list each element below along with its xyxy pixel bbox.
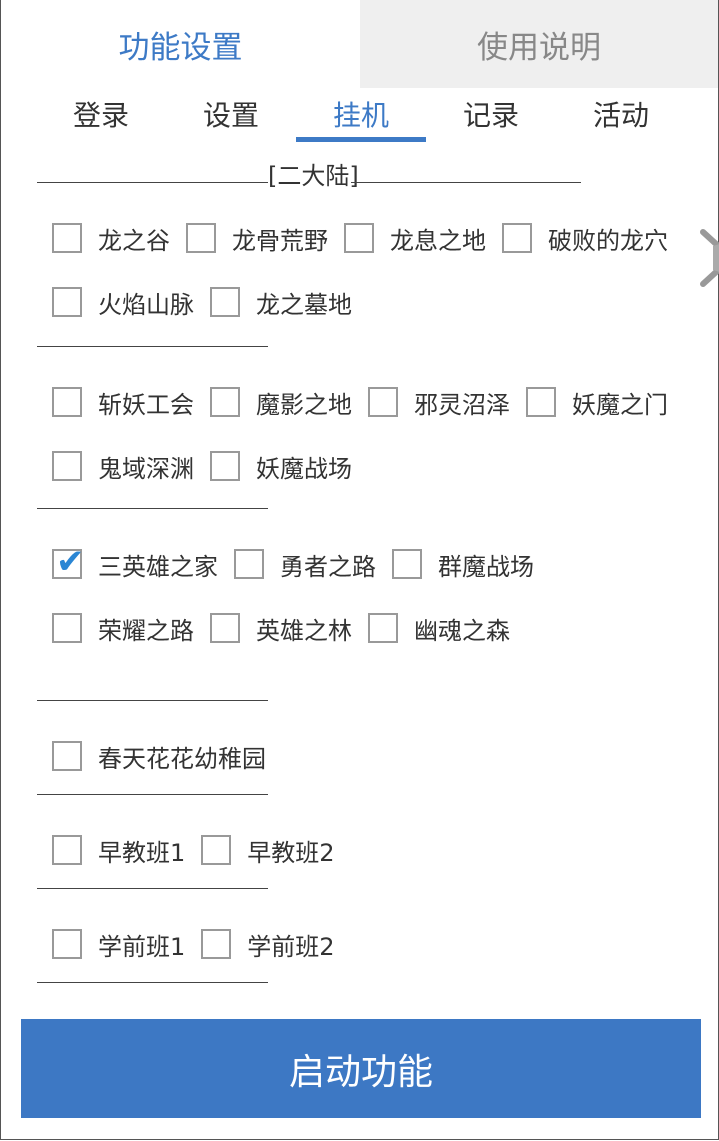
checkbox-label: 火焰山脉 — [98, 290, 194, 319]
checkbox-row: 早教班1 早教班2 — [52, 830, 351, 870]
map-checklist-scroll[interactable]: [二大陆] 龙之谷 龙骨荒野 龙息之地 破败的龙穴火焰山脉 龙之墓地斩妖工会 魔影之地 邪灵沼… — [0, 144, 718, 1000]
section-divider — [37, 794, 268, 795]
checkbox-label: 幽魂之森 — [414, 616, 510, 645]
map-checkbox[interactable]: 勇者之路 — [234, 547, 376, 582]
checkbox-box[interactable] — [210, 387, 240, 417]
checkbox-box[interactable] — [52, 613, 82, 643]
checkbox-box[interactable] — [502, 223, 532, 253]
checkbox-label: 鬼域深渊 — [98, 454, 194, 483]
checkbox-row: 荣耀之路 英雄之林 幽魂之森 — [52, 608, 526, 648]
map-checkbox[interactable]: 鬼域深渊 — [52, 449, 194, 484]
map-checkbox[interactable]: 龙骨荒野 — [186, 221, 328, 256]
map-checkbox[interactable]: 早教班2 — [201, 833, 335, 868]
map-checkbox[interactable]: 荣耀之路 — [52, 611, 194, 646]
map-checkbox[interactable]: 早教班1 — [52, 833, 185, 868]
checkbox-box[interactable] — [52, 835, 82, 865]
checkbox-box[interactable] — [52, 287, 82, 317]
subtab-records[interactable]: 记录 — [426, 88, 556, 144]
checkbox-box[interactable] — [344, 223, 374, 253]
checkbox-label: 英雄之林 — [256, 616, 352, 645]
checkbox-label: 龙息之地 — [390, 226, 486, 255]
checkbox-label: 龙骨荒野 — [232, 226, 328, 255]
checkbox-box[interactable] — [201, 835, 232, 865]
map-checkbox[interactable]: 破败的龙穴 — [502, 221, 668, 256]
map-checkbox[interactable]: 魔影之地 — [210, 385, 352, 420]
checkbox-label: 龙之谷 — [98, 226, 170, 255]
map-checkbox[interactable]: 龙之墓地 — [210, 285, 352, 320]
checkbox-box[interactable] — [210, 287, 240, 317]
map-checkbox[interactable]: 龙之谷 — [52, 221, 170, 256]
checkbox-row: 斩妖工会 魔影之地 邪灵沼泽 妖魔之门 — [52, 382, 684, 422]
section-divider — [351, 182, 581, 183]
map-checkbox[interactable]: 幽魂之森 — [368, 611, 510, 646]
checkbox-label: 魔影之地 — [256, 390, 352, 419]
section-divider — [37, 346, 268, 347]
checkbox-box[interactable] — [52, 741, 82, 771]
checkbox-box[interactable] — [52, 387, 82, 417]
map-checkbox[interactable]: 群魔战场 — [392, 547, 534, 582]
map-checkbox[interactable]: 学前班1 — [52, 927, 185, 962]
checkbox-box[interactable]: ✔ — [52, 545, 85, 579]
checkbox-box[interactable] — [201, 929, 232, 959]
checkbox-label: 荣耀之路 — [98, 616, 194, 645]
checkbox-row: 火焰山脉 龙之墓地 — [52, 282, 368, 322]
checkbox-box[interactable] — [52, 451, 82, 481]
checkbox-label: 勇者之路 — [280, 552, 376, 581]
section-title: [二大陆] — [268, 162, 359, 190]
section-divider — [37, 888, 268, 889]
subtab-bar: 登录 设置 挂机 记录 活动 — [36, 88, 686, 144]
start-function-button[interactable]: 启动功能 — [21, 1019, 701, 1118]
checkbox-row: 龙之谷 龙骨荒野 龙息之地 破败的龙穴 — [52, 218, 684, 258]
map-checkbox[interactable]: 斩妖工会 — [52, 385, 194, 420]
section-divider — [37, 508, 268, 509]
checkbox-box[interactable] — [526, 387, 556, 417]
section-divider — [37, 700, 268, 701]
tab-function-settings[interactable]: 功能设置 — [1, 0, 360, 88]
map-checkbox[interactable]: 火焰山脉 — [52, 285, 194, 320]
checkbox-label: 龙之墓地 — [256, 290, 352, 319]
map-checkbox[interactable]: 龙息之地 — [344, 221, 486, 256]
checkbox-box[interactable] — [186, 223, 216, 253]
checkmark-icon: ✔ — [56, 542, 85, 582]
checkbox-row: 鬼域深渊 妖魔战场 — [52, 446, 368, 486]
checkbox-label: 斩妖工会 — [98, 390, 194, 419]
tab-usage-instructions[interactable]: 使用说明 — [360, 0, 718, 88]
checkbox-label: 破败的龙穴 — [548, 226, 668, 255]
subtab-idle[interactable]: 挂机 — [296, 88, 426, 144]
floating-close-icon[interactable] — [697, 228, 719, 288]
checkbox-row: 春天花花幼稚园 — [52, 736, 282, 776]
checkbox-label: 群魔战场 — [438, 552, 534, 581]
checkbox-label: 妖魔战场 — [256, 454, 352, 483]
checkbox-row: ✔ 三英雄之家 勇者之路 群魔战场 — [52, 544, 550, 584]
section-divider — [37, 982, 268, 983]
checkbox-box[interactable] — [52, 929, 82, 959]
map-checkbox[interactable]: 学前班2 — [201, 927, 335, 962]
checkbox-box[interactable] — [392, 549, 422, 579]
checkbox-label: 学前班1 — [98, 932, 186, 961]
map-checkbox[interactable]: 春天花花幼稚园 — [52, 739, 266, 774]
map-checkbox[interactable]: 英雄之林 — [210, 611, 352, 646]
checkbox-box[interactable] — [210, 613, 240, 643]
map-checkbox[interactable]: 妖魔之门 — [526, 385, 668, 420]
checkbox-label: 学前班2 — [247, 932, 335, 961]
checkbox-label: 春天花花幼稚园 — [98, 744, 266, 773]
checkbox-label: 妖魔之门 — [572, 390, 668, 419]
subtab-settings[interactable]: 设置 — [166, 88, 296, 144]
checkbox-box[interactable] — [368, 387, 398, 417]
map-checkbox[interactable]: 妖魔战场 — [210, 449, 352, 484]
checkbox-box[interactable] — [368, 613, 398, 643]
checkbox-label: 早教班1 — [98, 838, 186, 867]
checkbox-label: 三英雄之家 — [98, 552, 218, 581]
map-checkbox[interactable]: ✔ 三英雄之家 — [52, 545, 218, 582]
checkbox-label: 邪灵沼泽 — [414, 390, 510, 419]
subtab-login[interactable]: 登录 — [36, 88, 166, 144]
checkbox-box[interactable] — [234, 549, 264, 579]
checkbox-box[interactable] — [52, 223, 82, 253]
checkbox-label: 早教班2 — [247, 838, 335, 867]
section-divider — [37, 182, 268, 183]
checkbox-row: 学前班1 学前班2 — [52, 924, 351, 964]
subtab-events[interactable]: 活动 — [556, 88, 686, 144]
map-checkbox[interactable]: 邪灵沼泽 — [368, 385, 510, 420]
checkbox-box[interactable] — [210, 451, 240, 481]
